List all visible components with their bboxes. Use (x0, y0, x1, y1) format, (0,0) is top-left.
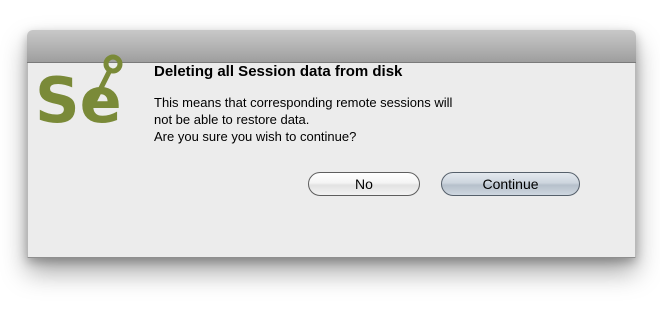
continue-button[interactable]: Continue (441, 172, 580, 196)
message-line-3: Are you sure you wish to continue? (154, 129, 357, 144)
no-button[interactable]: No (308, 172, 420, 196)
selenium-logo-icon: Se (35, 54, 123, 134)
dialog-message: This means that corresponding remote ses… (154, 94, 452, 145)
message-line-1: This means that corresponding remote ses… (154, 95, 453, 110)
message-line-2: not be able to restore data. (154, 112, 310, 127)
dialog-title: Deleting all Session data from disk (154, 63, 403, 80)
